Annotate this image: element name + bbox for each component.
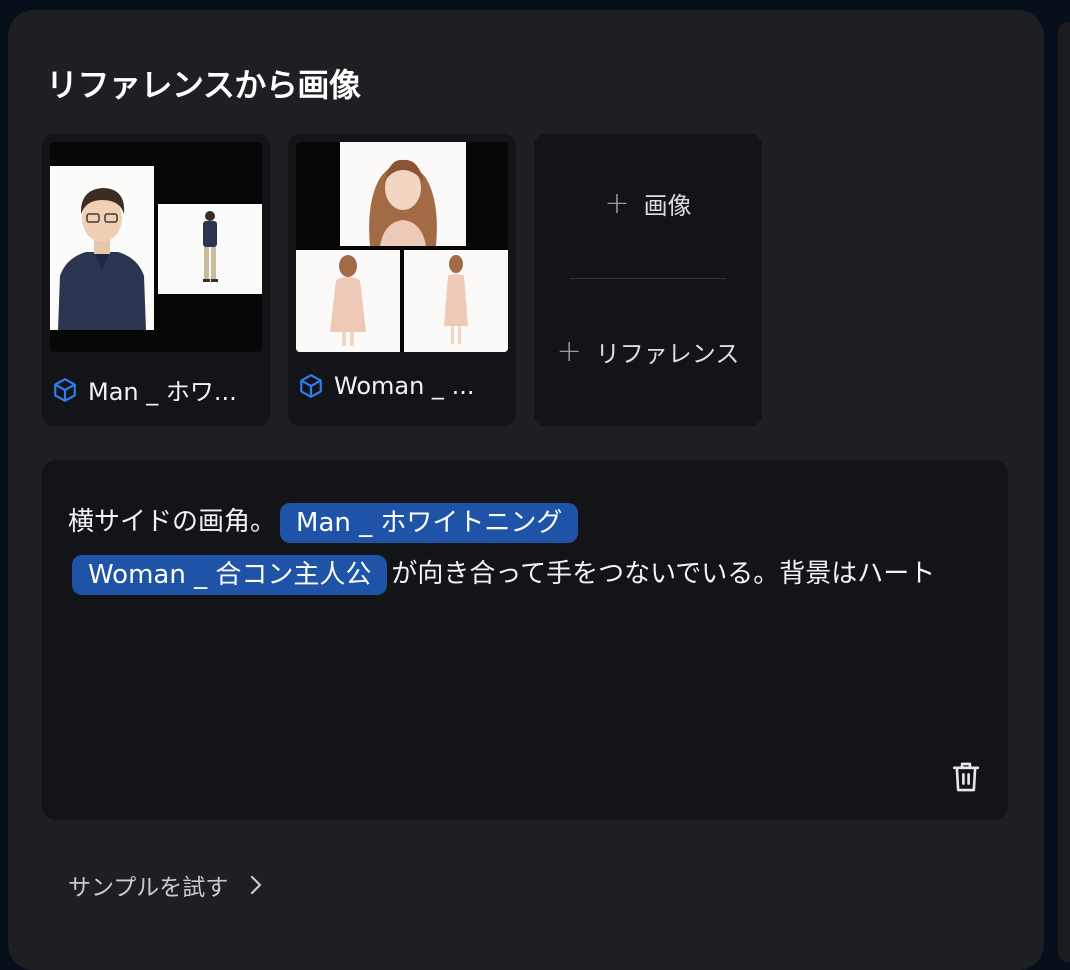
- reference-name-man: Man _ ホワ...: [88, 378, 237, 406]
- reference-thumbnail-man: [50, 142, 262, 352]
- reference-chip-man[interactable]: Man _ ホワイトニング: [280, 502, 579, 543]
- reference-label-woman: Woman _ ...: [298, 372, 474, 400]
- man-portrait-image: [50, 166, 154, 330]
- cube-icon: [54, 377, 76, 402]
- prompt-input[interactable]: 横サイドの画角。 Man _ ホワイトニング Woman _ 合コン主人公 が向き合っ…: [42, 460, 1008, 820]
- add-reference-label: リファレンス: [595, 340, 740, 368]
- reference-card-man[interactable]: Man _ ホワ...: [42, 134, 270, 426]
- woman-portrait-image: [340, 142, 466, 246]
- trash-icon[interactable]: [950, 760, 982, 794]
- add-image-label: 画像: [643, 192, 692, 220]
- try-sample-label: サンプルを試す: [68, 875, 229, 901]
- add-card-divider: [570, 278, 726, 279]
- man-fullbody-image: [158, 204, 262, 294]
- woman-fullbody-image-1: [296, 250, 400, 352]
- panel-title: リファレンスから画像: [46, 66, 361, 104]
- cube-icon: [300, 374, 322, 398]
- try-sample-link[interactable]: サンプルを試す: [68, 868, 264, 902]
- plus-icon: +: [604, 186, 630, 221]
- chevron-right-icon: [251, 875, 262, 895]
- woman-fullbody-image-2: [404, 250, 508, 352]
- reference-thumbnail-woman: [296, 142, 508, 352]
- reference-name-woman: Woman _ ...: [334, 372, 475, 400]
- prompt-text[interactable]: 横サイドの画角。 Man _ ホワイトニング Woman _ 合コン主人公 が向き合っ…: [68, 496, 978, 600]
- prompt-text-before: 横サイドの画角。: [68, 507, 277, 537]
- side-panel-edge: [1058, 22, 1070, 962]
- add-card: + 画像 + リファレンス: [534, 134, 762, 426]
- add-image-button[interactable]: + 画像: [534, 186, 762, 221]
- plus-icon: +: [556, 334, 582, 369]
- reference-card-woman[interactable]: Woman _ ...: [288, 134, 516, 426]
- prompt-text-after: が向き合って手をつないでいる。背景はハート: [391, 559, 936, 589]
- reference-label-man: Man _ ホワ...: [52, 372, 237, 407]
- reference-to-image-panel: リファレンスから画像 Man _ ホワ... Woman _ ... + 画像 …: [8, 10, 1044, 970]
- add-reference-button[interactable]: + リファレンス: [534, 334, 762, 369]
- reference-chip-woman[interactable]: Woman _ 合コン主人公: [72, 554, 388, 595]
